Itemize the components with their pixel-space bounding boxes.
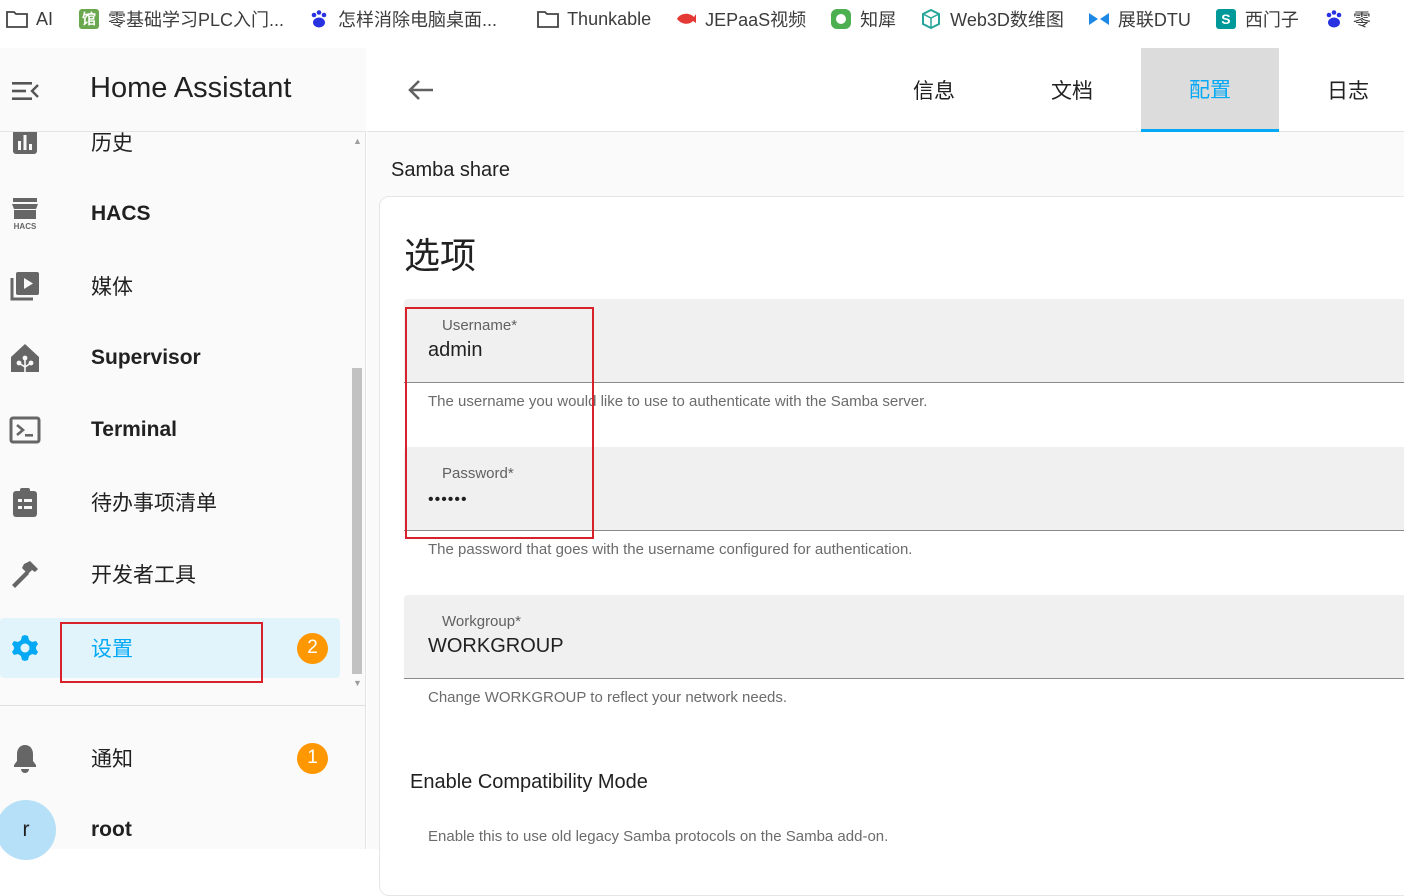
site-logo-icon: [830, 8, 852, 30]
sidebar-nav-list: 历史 HACS HACS 媒体 Supervisor Terminal 待办事项…: [0, 132, 350, 704]
back-button[interactable]: [403, 72, 439, 108]
sidebar-item-label: 媒体: [91, 276, 133, 299]
username-helper: The username you would like to use to au…: [428, 393, 928, 410]
sidebar-item-developer-tools[interactable]: 开发者工具: [0, 544, 340, 604]
gear-icon: [8, 631, 42, 665]
username-value[interactable]: admin: [428, 339, 1328, 362]
user-name: root: [91, 818, 132, 841]
site-logo-icon: S: [1215, 8, 1237, 30]
sidebar-item-label: Terminal: [91, 418, 177, 441]
site-logo-icon: [1088, 8, 1110, 30]
username-label: Username*: [442, 317, 518, 334]
cube-icon: [920, 8, 942, 30]
card-title: 选项: [404, 235, 477, 276]
sidebar-scrollbar[interactable]: ▲ ▼: [350, 132, 364, 692]
site-logo-icon: [675, 8, 697, 30]
bookmark-more[interactable]: 零: [1323, 0, 1371, 38]
password-value[interactable]: ••••••: [428, 491, 1328, 509]
tab-log[interactable]: 日志: [1279, 48, 1404, 132]
bookmarks-bar: AI 馆 零基础学习PLC入门... 怎样消除电脑桌面... Thunkable…: [0, 0, 1404, 38]
tab-info[interactable]: 信息: [865, 48, 1003, 132]
main-content: 信息 文档 配置 日志 Samba share 选项 Username* adm…: [367, 48, 1404, 896]
sidebar-header: Home Assistant: [0, 48, 366, 132]
folder-icon: [6, 8, 28, 30]
bell-icon: [8, 741, 42, 775]
baidu-paw-icon: [308, 8, 330, 30]
workgroup-field[interactable]: Workgroup* WORKGROUP: [404, 595, 1404, 679]
arrow-left-icon: [408, 80, 433, 100]
scroll-up-arrow-icon[interactable]: ▲: [353, 136, 362, 146]
bookmark-thunkable[interactable]: Thunkable: [537, 0, 651, 38]
options-card: 选项 Username* admin The username you woul…: [379, 196, 1404, 896]
bookmark-siemens[interactable]: S 西门子: [1215, 0, 1299, 38]
top-app-bar: 信息 文档 配置 日志: [367, 48, 1404, 132]
sidebar-item-notifications[interactable]: 通知 1: [0, 728, 340, 788]
bookmark-web3d[interactable]: Web3D数维图: [920, 0, 1064, 38]
hammer-icon: [8, 557, 42, 591]
baidu-paw-icon: [1323, 8, 1345, 30]
scroll-thumb[interactable]: [352, 368, 362, 674]
tab-documentation[interactable]: 文档: [1003, 48, 1141, 132]
sidebar-item-media[interactable]: 媒体: [0, 256, 340, 316]
settings-badge: 2: [297, 632, 328, 664]
sidebar-item-label: 历史: [91, 132, 133, 155]
menu-collapse-button[interactable]: [8, 74, 42, 108]
password-label: Password*: [442, 465, 514, 482]
svg-text:HACS: HACS: [14, 222, 37, 231]
workgroup-label: Workgroup*: [442, 613, 521, 630]
home-assistant-app: Home Assistant 历史 HACS HACS 媒体 Superviso…: [0, 48, 1404, 896]
bookmark-plc[interactable]: 馆 零基础学习PLC入门...: [78, 0, 284, 38]
bookmark-zhixi[interactable]: 知犀: [830, 0, 896, 38]
sidebar-item-hacs[interactable]: HACS HACS: [0, 184, 340, 244]
workgroup-helper: Change WORKGROUP to reflect your network…: [428, 689, 788, 706]
sidebar-divider: [0, 705, 366, 706]
compat-mode-helper: Enable this to use old legacy Samba prot…: [428, 828, 889, 845]
sidebar-item-terminal[interactable]: Terminal: [0, 400, 340, 460]
workgroup-value[interactable]: WORKGROUP: [428, 635, 1328, 658]
bookmark-jepaas[interactable]: JEPaaS视频: [675, 0, 806, 38]
media-icon: [8, 269, 42, 303]
sidebar-item-supervisor[interactable]: Supervisor: [0, 328, 340, 388]
sidebar-item-todo[interactable]: 待办事项清单: [0, 472, 340, 532]
sidebar: Home Assistant 历史 HACS HACS 媒体 Superviso…: [0, 48, 366, 860]
sidebar-title: Home Assistant: [90, 72, 292, 104]
bookmark-ai[interactable]: AI: [6, 0, 53, 38]
sidebar-item-label: Supervisor: [91, 346, 201, 369]
addon-name: Samba share: [391, 159, 510, 181]
sidebar-item-label: 开发者工具: [91, 564, 196, 587]
scroll-down-arrow-icon[interactable]: ▼: [353, 678, 362, 688]
terminal-icon: [8, 413, 42, 447]
site-logo-icon: 馆: [78, 8, 100, 30]
supervisor-icon: [8, 341, 42, 375]
username-field[interactable]: Username* admin: [404, 299, 1404, 383]
tab-configuration[interactable]: 配置: [1141, 48, 1279, 132]
hacs-icon: HACS: [8, 197, 42, 231]
notifications-badge: 1: [297, 742, 328, 774]
chart-icon: [8, 132, 42, 159]
folder-icon: [537, 8, 559, 30]
sidebar-item-label: 待办事项清单: [91, 492, 217, 515]
sidebar-item-user[interactable]: root: [0, 800, 340, 860]
clipboard-list-icon: [8, 485, 42, 519]
sidebar-item-label: 通知: [91, 748, 133, 771]
bookmark-dtu[interactable]: 展联DTU: [1088, 0, 1191, 38]
password-helper: The password that goes with the username…: [428, 541, 913, 558]
password-field[interactable]: Password* ••••••: [404, 447, 1404, 531]
compat-mode-title: Enable Compatibility Mode: [410, 771, 648, 793]
menu-collapse-icon: [12, 82, 39, 100]
sidebar-item-label: HACS: [91, 202, 151, 225]
sidebar-item-label: 设置: [91, 638, 133, 661]
bookmark-desktop[interactable]: 怎样消除电脑桌面...: [308, 0, 497, 38]
sidebar-item-history[interactable]: 历史: [0, 132, 340, 172]
sidebar-item-settings[interactable]: 设置 2: [0, 618, 340, 678]
